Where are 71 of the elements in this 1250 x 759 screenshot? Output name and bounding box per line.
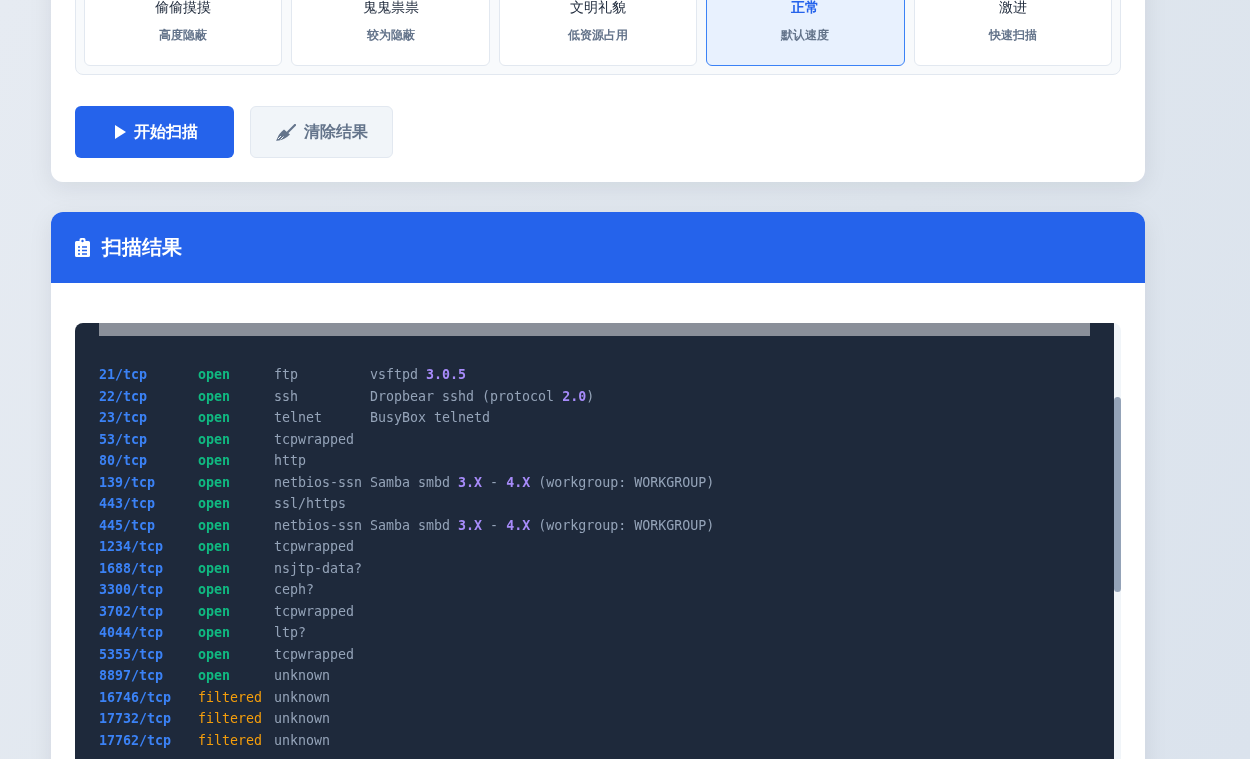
version-text: vsftpd 3.0.5	[370, 367, 467, 383]
speed-option[interactable]: 正常 默认速度	[706, 0, 905, 66]
service-text: unknown	[274, 732, 331, 748]
service-text: nsjtp-data?	[274, 560, 363, 576]
port-text: 139/tcp	[99, 474, 156, 490]
service-text: http	[274, 453, 307, 469]
port-text: 443/tcp	[99, 496, 156, 512]
state-text: open	[198, 388, 231, 404]
state-text: open	[198, 431, 231, 447]
service-text: netbios-ssn	[274, 517, 363, 533]
clear-results-button[interactable]: 清除结果	[250, 106, 393, 158]
speed-option[interactable]: 偷偷摸摸 高度隐蔽	[84, 0, 283, 66]
speed-option[interactable]: 文明礼貌 低资源占用	[498, 0, 698, 66]
state-text: open	[198, 646, 231, 662]
state-text: open	[198, 410, 231, 426]
port-text: 5355/tcp	[99, 646, 164, 662]
state-text: open	[198, 453, 231, 469]
service-text: ceph?	[274, 582, 315, 598]
state-text: open	[198, 560, 231, 576]
service-text: ftp	[274, 367, 299, 383]
play-icon	[115, 125, 126, 139]
version-text: Samba smbd 3.X - 4.X (workgroup: WORKGROUP)	[370, 474, 715, 490]
service-text: ssl/https	[274, 496, 347, 512]
service-text: unknown	[274, 689, 331, 705]
state-text: filtered	[198, 732, 263, 748]
start-scan-button[interactable]: 开始扫描	[75, 106, 234, 158]
port-text: 3300/tcp	[99, 582, 164, 598]
speed-option[interactable]: 激进 快速扫描	[913, 0, 1112, 66]
service-text: tcpwrapped	[274, 431, 355, 447]
port-text: 53/tcp	[99, 431, 148, 447]
state-text: open	[198, 496, 231, 512]
port-text: 16746/tcp	[99, 689, 172, 705]
state-text: filtered	[198, 711, 263, 727]
state-text: open	[198, 517, 231, 533]
speed-option[interactable]: 鬼鬼祟祟 较为隐蔽	[291, 0, 490, 66]
port-text: 1688/tcp	[99, 560, 164, 576]
port-text: 21/tcp	[99, 367, 148, 383]
service-text: unknown	[274, 668, 331, 684]
service-text: tcpwrapped	[274, 646, 355, 662]
port-text: 4044/tcp	[99, 625, 164, 641]
service-text: tcpwrapped	[274, 603, 355, 619]
state-text: open	[198, 539, 231, 555]
service-text: ltp?	[274, 625, 307, 641]
port-text: 17732/tcp	[99, 711, 172, 727]
state-text: open	[198, 582, 231, 598]
port-text: 1234/tcp	[99, 539, 164, 555]
state-text: open	[198, 474, 231, 490]
results-title: 扫描结果	[102, 235, 182, 260]
state-text: filtered	[198, 689, 263, 705]
port-text: 445/tcp	[99, 517, 156, 533]
version-text: Samba smbd 3.X - 4.X (workgroup: WORKGROUP)	[370, 517, 715, 533]
version-text: BusyBox telnetd	[370, 410, 491, 426]
state-text: open	[198, 603, 231, 619]
state-text: open	[198, 367, 231, 383]
service-text: tcpwrapped	[274, 539, 355, 555]
port-text: 80/tcp	[99, 453, 148, 469]
state-text: open	[198, 625, 231, 641]
port-text: 8897/tcp	[99, 668, 164, 684]
service-text: netbios-ssn	[274, 474, 363, 490]
port-text: 23/tcp	[99, 410, 148, 426]
service-text: unknown	[274, 711, 331, 727]
service-text: telnet	[274, 410, 323, 426]
service-text: ssh	[274, 388, 299, 404]
port-text: 3702/tcp	[99, 603, 164, 619]
version-text: Dropbear sshd (protocol 2.0)	[370, 388, 595, 404]
clipboard-icon	[75, 238, 90, 257]
state-text: open	[198, 668, 231, 684]
broom-icon	[275, 123, 296, 141]
scrollbar-thumb[interactable]	[1114, 397, 1121, 592]
port-text: 22/tcp	[99, 388, 148, 404]
port-text: 17762/tcp	[99, 732, 172, 748]
